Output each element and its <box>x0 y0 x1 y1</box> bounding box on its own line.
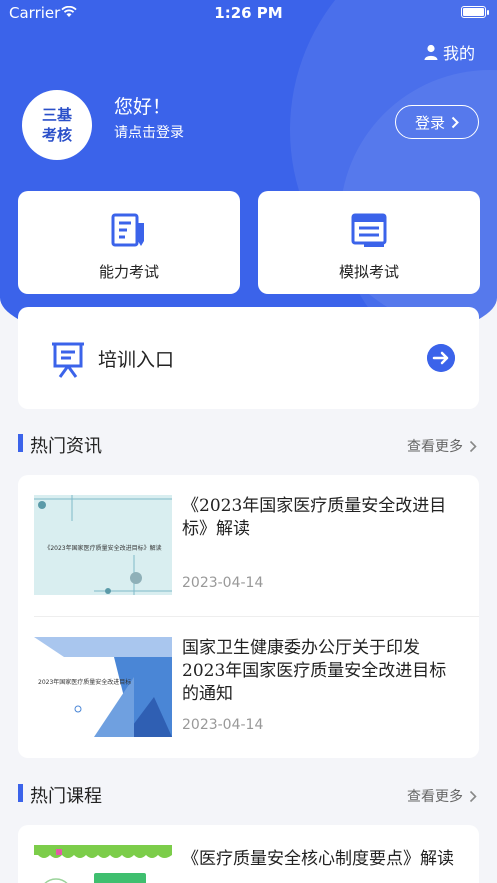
mock-exam-card[interactable]: 模拟考试 <box>258 191 480 294</box>
clock: 1:26 PM <box>214 4 283 22</box>
header-background <box>0 0 497 355</box>
login-button-label: 登录 <box>414 113 445 132</box>
greeting: 您好！ <box>114 96 172 118</box>
avatar-text-line2: 考核 <box>41 126 72 144</box>
login-prompt[interactable]: 请点击登录 <box>114 122 184 142</box>
my-profile-link[interactable]: 我的 <box>424 40 475 64</box>
hot-courses-more-link[interactable]: 查看更多 <box>407 786 477 806</box>
hot-news-more-link[interactable]: 查看更多 <box>407 436 477 456</box>
news-list: 《2023年国家医疗质量安全改进目标》解读 《2023年国家医疗质量安全改进目标… <box>18 475 479 758</box>
thumbnail-graphic <box>34 637 172 737</box>
news-title: 国家卫生健康委办公厅关于印发2023年国家医疗质量安全改进目标的通知 <box>182 638 447 704</box>
arrow-right-icon[interactable] <box>427 344 455 372</box>
more-label: 查看更多 <box>407 439 463 455</box>
news-thumbnail: 2023年国家医疗质量安全改进目标 <box>34 637 172 737</box>
user-icon <box>424 44 438 60</box>
mock-exam-label: 模拟考试 <box>338 263 399 281</box>
ability-exam-label: 能力考试 <box>98 263 159 281</box>
thumbnail-graphic <box>34 845 172 883</box>
mock-exam-icon <box>351 213 387 247</box>
avatar-text-line1: 三基 <box>41 106 72 124</box>
news-date: 2023-04-14 <box>182 717 264 733</box>
section-accent-bar <box>18 434 23 452</box>
training-entry-card[interactable]: 培训入口 <box>18 307 479 409</box>
battery-icon <box>461 6 489 18</box>
chevron-right-icon <box>469 790 477 802</box>
ability-exam-icon <box>111 213 144 247</box>
training-entry-label: 培训入口 <box>98 349 175 371</box>
hot-courses-header: 热门课程 查看更多 <box>18 782 479 807</box>
training-board-icon <box>52 342 84 378</box>
course-thumbnail <box>34 845 172 883</box>
course-list-item[interactable]: 《医疗质量安全核心制度要点》解读 <box>18 825 479 883</box>
my-profile-label: 我的 <box>443 44 476 63</box>
news-thumbnail: 《2023年国家医疗质量安全改进目标》解读 <box>34 495 172 595</box>
chevron-right-icon <box>469 440 477 452</box>
status-bar: Carrier 1:26 PM <box>0 0 497 26</box>
news-title: 《2023年国家医疗质量安全改进目标》解读 <box>182 496 447 539</box>
thumbnail-caption: 2023年国家医疗质量安全改进目标 <box>38 679 132 686</box>
list-item[interactable]: 2023年国家医疗质量安全改进目标 国家卫生健康委办公厅关于印发2023年国家医… <box>18 617 479 758</box>
ability-exam-card[interactable]: 能力考试 <box>18 191 240 294</box>
more-label: 查看更多 <box>407 789 463 805</box>
hot-news-header: 热门资讯 查看更多 <box>18 432 479 457</box>
thumbnail-caption: 《2023年国家医疗质量安全改进目标》解读 <box>44 545 162 552</box>
list-item[interactable]: 《2023年国家医疗质量安全改进目标》解读 《2023年国家医疗质量安全改进目标… <box>18 475 479 617</box>
avatar[interactable]: 三基 考核 <box>22 90 92 160</box>
news-date: 2023-04-14 <box>182 575 264 591</box>
section-accent-bar <box>18 784 23 802</box>
hot-news-title: 热门资讯 <box>30 436 102 457</box>
chevron-right-icon <box>451 116 459 128</box>
hot-courses-title: 热门课程 <box>30 786 102 807</box>
course-title: 《医疗质量安全核心制度要点》解读 <box>182 849 454 869</box>
login-button[interactable]: 登录 <box>395 105 479 139</box>
